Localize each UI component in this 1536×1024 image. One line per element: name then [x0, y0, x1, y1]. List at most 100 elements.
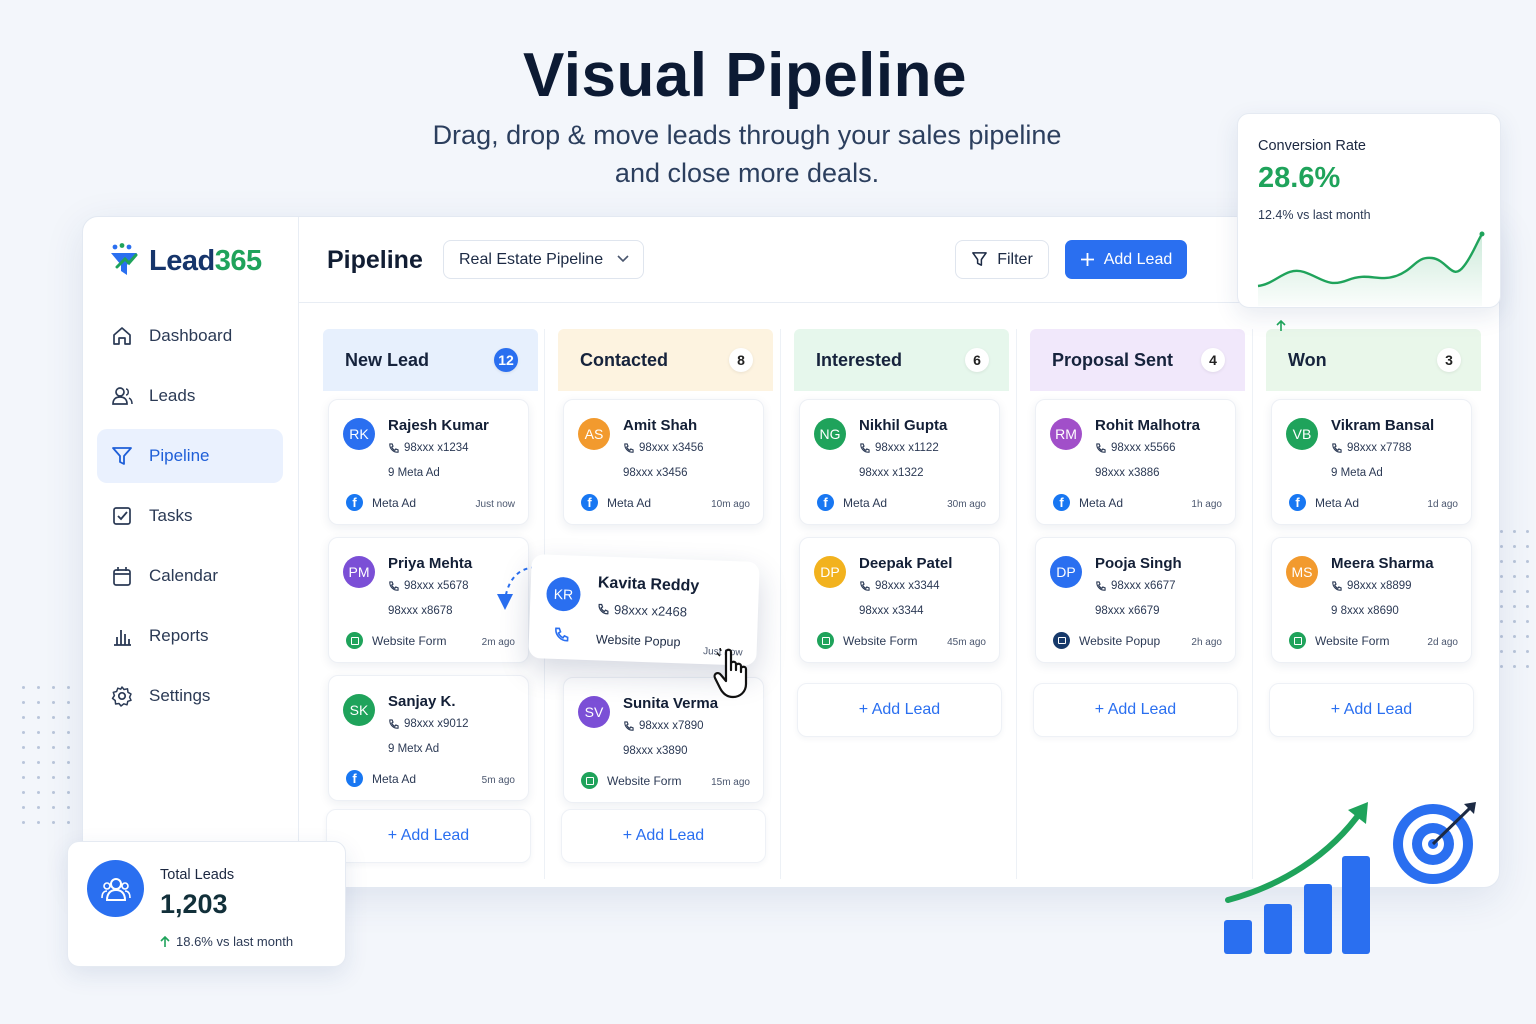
decorative-dots-left — [22, 686, 82, 826]
total-leads-delta: 18.6% vs last month — [160, 934, 293, 949]
lead-name: Deepak Patel — [859, 555, 953, 572]
lead-card[interactable]: NG Nikhil Gupta 98xxx x1122 98xxx x1322 f Met… — [799, 399, 1000, 525]
column-header[interactable]: Proposal Sent 4 — [1030, 329, 1245, 391]
avatar: PM — [343, 556, 375, 588]
phone-icon — [624, 442, 634, 453]
lead-source: Website Form — [1289, 632, 1389, 649]
lead-name: Vikram Bansal — [1331, 417, 1435, 434]
phone-call-icon — [555, 627, 569, 642]
lead-time: 15m ago — [711, 777, 750, 788]
checkbox-icon — [113, 507, 131, 525]
column-header[interactable]: Won 3 — [1266, 329, 1481, 391]
avatar: AS — [578, 418, 610, 450]
lead-secondary-info: 9 Meta Ad — [388, 467, 440, 479]
arrow-up-icon — [1276, 320, 1286, 331]
sidebar-item-label: Tasks — [149, 506, 193, 525]
column-title: Interested — [816, 349, 903, 370]
phone-icon — [1332, 442, 1342, 453]
pipeline-select[interactable]: Real Estate Pipeline — [443, 240, 644, 279]
conversion-trend-sparkline — [1257, 231, 1485, 306]
phone-icon — [860, 442, 870, 453]
conversion-rate-card: Conversion Rate 28.6% 12.4% vs last mont… — [1237, 113, 1501, 331]
lead-time: 10m ago — [711, 499, 750, 510]
column-count-badge: 3 — [1437, 348, 1461, 372]
sidebar-item-label: Pipeline — [149, 446, 210, 465]
column-add-lead-button[interactable]: + Add Lead — [1269, 683, 1474, 737]
column-count-badge: 12 — [494, 348, 518, 372]
sidebar: Lead365 Dashboard Leads Pipeline Tasks Calen… — [83, 217, 299, 887]
sidebar-item-calendar[interactable]: Calendar — [97, 549, 283, 603]
lead-source: f Meta Ad — [817, 494, 887, 511]
lead-card[interactable]: RM Rohit Malhotra 98xxx x5566 98xxx x3886 f M… — [1035, 399, 1236, 525]
sidebar-item-reports[interactable]: Reports — [97, 609, 283, 663]
lead-time: 5m ago — [481, 775, 515, 786]
lead-card[interactable]: SK Sanjay K. 98xxx x9012 9 Metx Ad f Meta Ad 5… — [328, 675, 529, 801]
form-icon — [817, 632, 834, 649]
column-count-badge: 8 — [729, 348, 753, 372]
lead-card[interactable]: AS Amit Shah 98xxx x3456 98xxx x3456 f Meta A… — [563, 399, 764, 525]
lead-time: 2d ago — [1427, 637, 1458, 648]
avatar: KR — [545, 576, 582, 612]
lead-card[interactable]: DP Pooja Singh 98xxx x6677 98xxx x6679 Websi… — [1035, 537, 1236, 663]
avatar: RM — [1050, 418, 1082, 450]
lead-card[interactable]: MS Meera Sharma 98xxx x8899 9 8xxx x8690 Web… — [1271, 537, 1472, 663]
sidebar-item-tasks[interactable]: Tasks — [97, 489, 283, 543]
column-add-lead-button[interactable]: + Add Lead — [326, 809, 531, 863]
conversion-rate-title: Conversion Rate — [1258, 138, 1366, 154]
pipeline-column-contacted: Contacted 8 — [558, 329, 773, 391]
lead-card[interactable]: DP Deepak Patel 98xxx x3344 98xxx x3344 Webs… — [799, 537, 1000, 663]
phone-icon — [389, 442, 399, 453]
chevron-down-icon — [617, 255, 629, 263]
column-header[interactable]: Interested 6 — [794, 329, 1009, 391]
lead-phone: 98xxx x5678 — [388, 580, 469, 592]
facebook-icon: f — [1289, 494, 1306, 511]
add-lead-button[interactable]: Add Lead — [1065, 240, 1187, 279]
total-leads-value: 1,203 — [160, 889, 228, 919]
lead-card[interactable]: VB Vikram Bansal 98xxx x7788 9 Meta Ad f Meta… — [1271, 399, 1472, 525]
facebook-icon: f — [817, 494, 834, 511]
lead-secondary-info: 98xxx x1322 — [859, 467, 924, 479]
filter-icon — [972, 252, 988, 266]
sidebar-item-label: Reports — [149, 626, 209, 645]
sidebar-item-pipeline[interactable]: Pipeline — [97, 429, 283, 483]
sidebar-item-leads[interactable]: Leads — [97, 369, 283, 423]
lead-card[interactable]: RK Rajesh Kumar 98xxx x1234 9 Meta Ad f Meta … — [328, 399, 529, 525]
avatar: SV — [578, 696, 610, 728]
column-add-lead-button[interactable]: + Add Lead — [561, 809, 766, 863]
sidebar-item-settings[interactable]: Settings — [97, 669, 283, 723]
avatar: DP — [1050, 556, 1082, 588]
phone-icon — [624, 720, 634, 731]
phone-icon — [389, 580, 399, 591]
lead-source: Website Form — [817, 632, 917, 649]
plus-icon — [1080, 253, 1094, 266]
lead-name: Kavita Reddy — [597, 574, 700, 595]
filter-button[interactable]: Filter — [955, 240, 1049, 279]
phone-icon — [389, 718, 399, 729]
users-group-icon — [87, 860, 144, 917]
lead-phone: 98xxx x6677 — [1095, 580, 1176, 592]
funnel-logo-icon — [109, 243, 139, 279]
avatar: SK — [343, 694, 375, 726]
avatar: DP — [814, 556, 846, 588]
brand-name: Lead365 — [149, 244, 262, 277]
lead-secondary-info: 98xxx x8678 — [388, 605, 453, 617]
brand-logo[interactable]: Lead365 — [109, 243, 262, 279]
lead-secondary-info: 98xxx x3344 — [859, 605, 924, 617]
conversion-rate-delta: 12.4% vs last month — [1258, 208, 1371, 331]
lead-time: 1d ago — [1427, 499, 1458, 510]
column-add-lead-button[interactable]: + Add Lead — [1033, 683, 1238, 737]
bar-chart-icon — [114, 630, 131, 646]
avatar: MS — [1286, 556, 1318, 588]
growth-illustration-icon — [1224, 802, 1476, 954]
lead-phone: 98xxx x1234 — [388, 442, 469, 454]
column-header[interactable]: Contacted 8 — [558, 329, 773, 391]
lead-name: Nikhil Gupta — [859, 417, 948, 434]
pipeline-column-proposal-sent: Proposal Sent 4 — [1030, 329, 1245, 391]
column-header[interactable]: New Lead 12 — [323, 329, 538, 391]
facebook-icon: f — [1053, 494, 1070, 511]
conversion-rate-value: 28.6% — [1258, 162, 1341, 194]
column-add-lead-button[interactable]: + Add Lead — [797, 683, 1002, 737]
lead-phone: 98xxx x5566 — [1095, 442, 1176, 454]
sidebar-item-dashboard[interactable]: Dashboard — [97, 309, 283, 363]
lead-name: Meera Sharma — [1331, 555, 1434, 572]
